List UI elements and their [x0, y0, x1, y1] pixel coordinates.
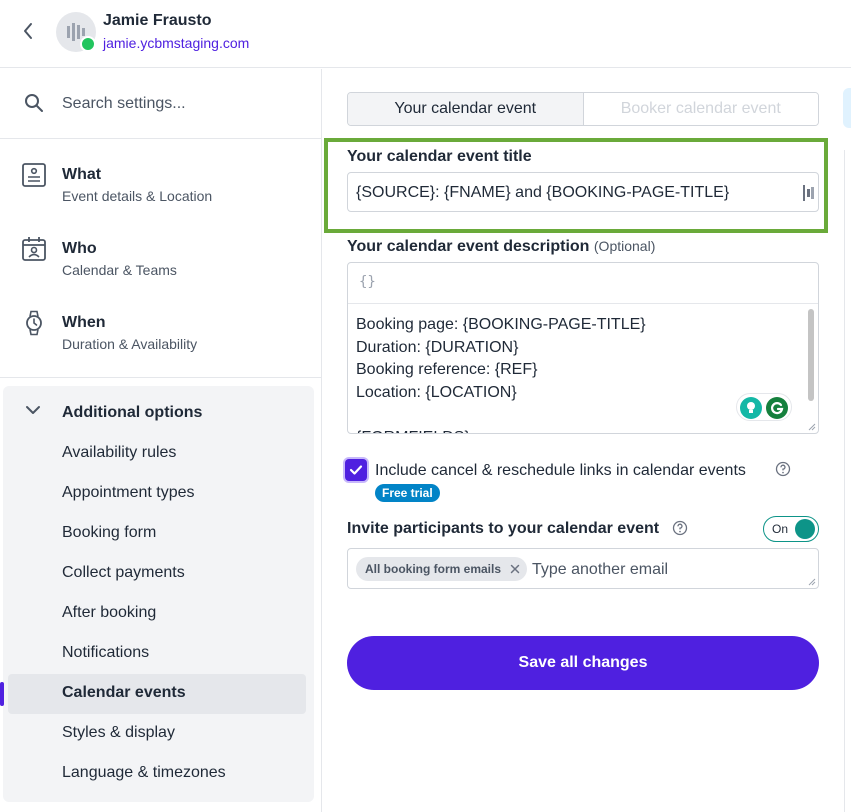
calendar-person-icon: [22, 237, 46, 261]
grammarly-widget[interactable]: [736, 393, 792, 421]
nav-item-what[interactable]: What Event details & Location: [0, 139, 322, 213]
sidebar-item-collect-payments[interactable]: Collect payments: [3, 554, 314, 594]
online-status-dot: [80, 36, 96, 52]
additional-options-section: Additional options Availability rules Ap…: [0, 386, 314, 802]
active-indicator: [0, 682, 4, 706]
search-icon: [25, 94, 43, 112]
sidebar-divider: [0, 377, 322, 378]
resize-handle-icon[interactable]: [808, 578, 816, 586]
insert-variable-icon[interactable]: [803, 185, 815, 201]
nav-item-when[interactable]: When Duration & Availability: [0, 287, 322, 361]
event-title-label: Your calendar event title: [347, 148, 532, 165]
cancel-links-checkbox[interactable]: [345, 459, 367, 481]
email-chip: All booking form emails: [356, 557, 528, 581]
invite-participants-toggle[interactable]: On: [763, 516, 819, 542]
document-icon: [22, 163, 46, 187]
chevron-down-icon: [26, 406, 40, 414]
grammarly-icon: [766, 397, 788, 419]
sidebar-item-notifications[interactable]: Notifications: [3, 634, 314, 674]
nav-item-who[interactable]: Who Calendar & Teams: [0, 213, 322, 287]
sidebar-item-after-booking[interactable]: After booking: [3, 594, 314, 634]
sidebar-item-label: After booking: [62, 604, 157, 621]
event-description-field[interactable]: {} Booking page: {BOOKING-PAGE-TITLE} Du…: [347, 262, 819, 434]
save-all-changes-button[interactable]: Save all changes: [347, 636, 819, 690]
checkmark-icon: [349, 465, 363, 475]
chevron-left-icon: [24, 23, 32, 39]
sidebar-item-label: Calendar events: [62, 684, 186, 701]
cancel-links-label[interactable]: Include cancel & reschedule links in cal…: [375, 462, 746, 480]
invite-participants-label: Invite participants to your calendar eve…: [347, 520, 660, 537]
insert-variable-button[interactable]: {}: [359, 274, 376, 290]
help-circle-icon[interactable]: [775, 461, 791, 477]
sidebar-item-label: Notifications: [62, 644, 150, 661]
event-description-label-text: Your calendar event description: [347, 238, 590, 255]
nav-item-title: What: [62, 166, 102, 183]
sidebar-item-booking-form[interactable]: Booking form: [3, 514, 314, 554]
preview-panel-edge: [844, 150, 851, 812]
toggle-label: On: [772, 522, 789, 536]
event-description-label: Your calendar event description (Optiona…: [347, 238, 655, 256]
nav-item-title: When: [62, 314, 106, 331]
profile-name: Jamie Frausto: [103, 12, 212, 29]
sidebar-item-styles-display[interactable]: Styles & display: [3, 714, 314, 754]
description-toolbar: {}: [348, 263, 818, 304]
nav-item-subtitle: Duration & Availability: [62, 336, 198, 352]
toggle-knob: [795, 519, 815, 539]
sidebar-item-label: Booking form: [62, 524, 157, 541]
description-scrollbar[interactable]: [808, 309, 814, 401]
back-button[interactable]: [16, 18, 40, 44]
help-circle-icon[interactable]: [672, 520, 688, 536]
nav-item-subtitle: Calendar & Teams: [62, 262, 177, 278]
profile-url-link[interactable]: jamie.ycbmstaging.com: [103, 35, 249, 51]
event-description-text[interactable]: Booking page: {BOOKING-PAGE-TITLE} Durat…: [356, 314, 796, 433]
sidebar-item-label: Language & timezones: [62, 764, 226, 781]
nav-item-subtitle: Event details & Location: [62, 188, 213, 204]
sidebar-item-availability-rules[interactable]: Availability rules: [3, 434, 314, 474]
event-title-field[interactable]: {SOURCE}: {FNAME} and {BOOKING-PAGE-TITL…: [347, 172, 819, 212]
email-chip-label: All booking form emails: [365, 562, 502, 576]
email-input[interactable]: [532, 558, 802, 582]
sidebar-item-label: Availability rules: [62, 444, 177, 461]
additional-options-toggle[interactable]: Additional options: [3, 386, 314, 436]
close-icon[interactable]: [509, 563, 521, 575]
search-bar: [0, 69, 322, 139]
watch-icon: [26, 310, 42, 336]
free-trial-badge: Free trial: [375, 484, 440, 502]
lightbulb-icon: [740, 397, 762, 419]
invite-emails-field[interactable]: All booking form emails: [347, 548, 819, 589]
sidebar-item-language-timezones[interactable]: Language & timezones: [3, 754, 314, 794]
resize-handle-icon[interactable]: [808, 423, 816, 431]
tab-booker-calendar-event[interactable]: Booker calendar event: [583, 93, 818, 125]
nav-item-title: Who: [62, 240, 97, 257]
settings-sidebar: What Event details & Location Who Calend…: [0, 69, 322, 812]
sidebar-item-label: Collect payments: [62, 564, 185, 581]
sidebar-item-label: Styles & display: [62, 724, 175, 741]
tab-your-calendar-event[interactable]: Your calendar event: [348, 93, 584, 125]
sidebar-item-label: Appointment types: [62, 484, 195, 501]
app-header: Jamie Frausto jamie.ycbmstaging.com: [0, 0, 851, 68]
search-input[interactable]: [62, 89, 302, 119]
additional-options-label: Additional options: [62, 404, 203, 421]
preview-panel-tab[interactable]: [843, 88, 851, 128]
sidebar-item-appointment-types[interactable]: Appointment types: [3, 474, 314, 514]
sidebar-item-calendar-events[interactable]: Calendar events: [0, 674, 306, 714]
calendar-event-tabs: Your calendar event Booker calendar even…: [347, 92, 819, 126]
optional-tag: (Optional): [593, 238, 656, 254]
event-title-value: {SOURCE}: {FNAME} and {BOOKING-PAGE-TITL…: [356, 184, 730, 201]
